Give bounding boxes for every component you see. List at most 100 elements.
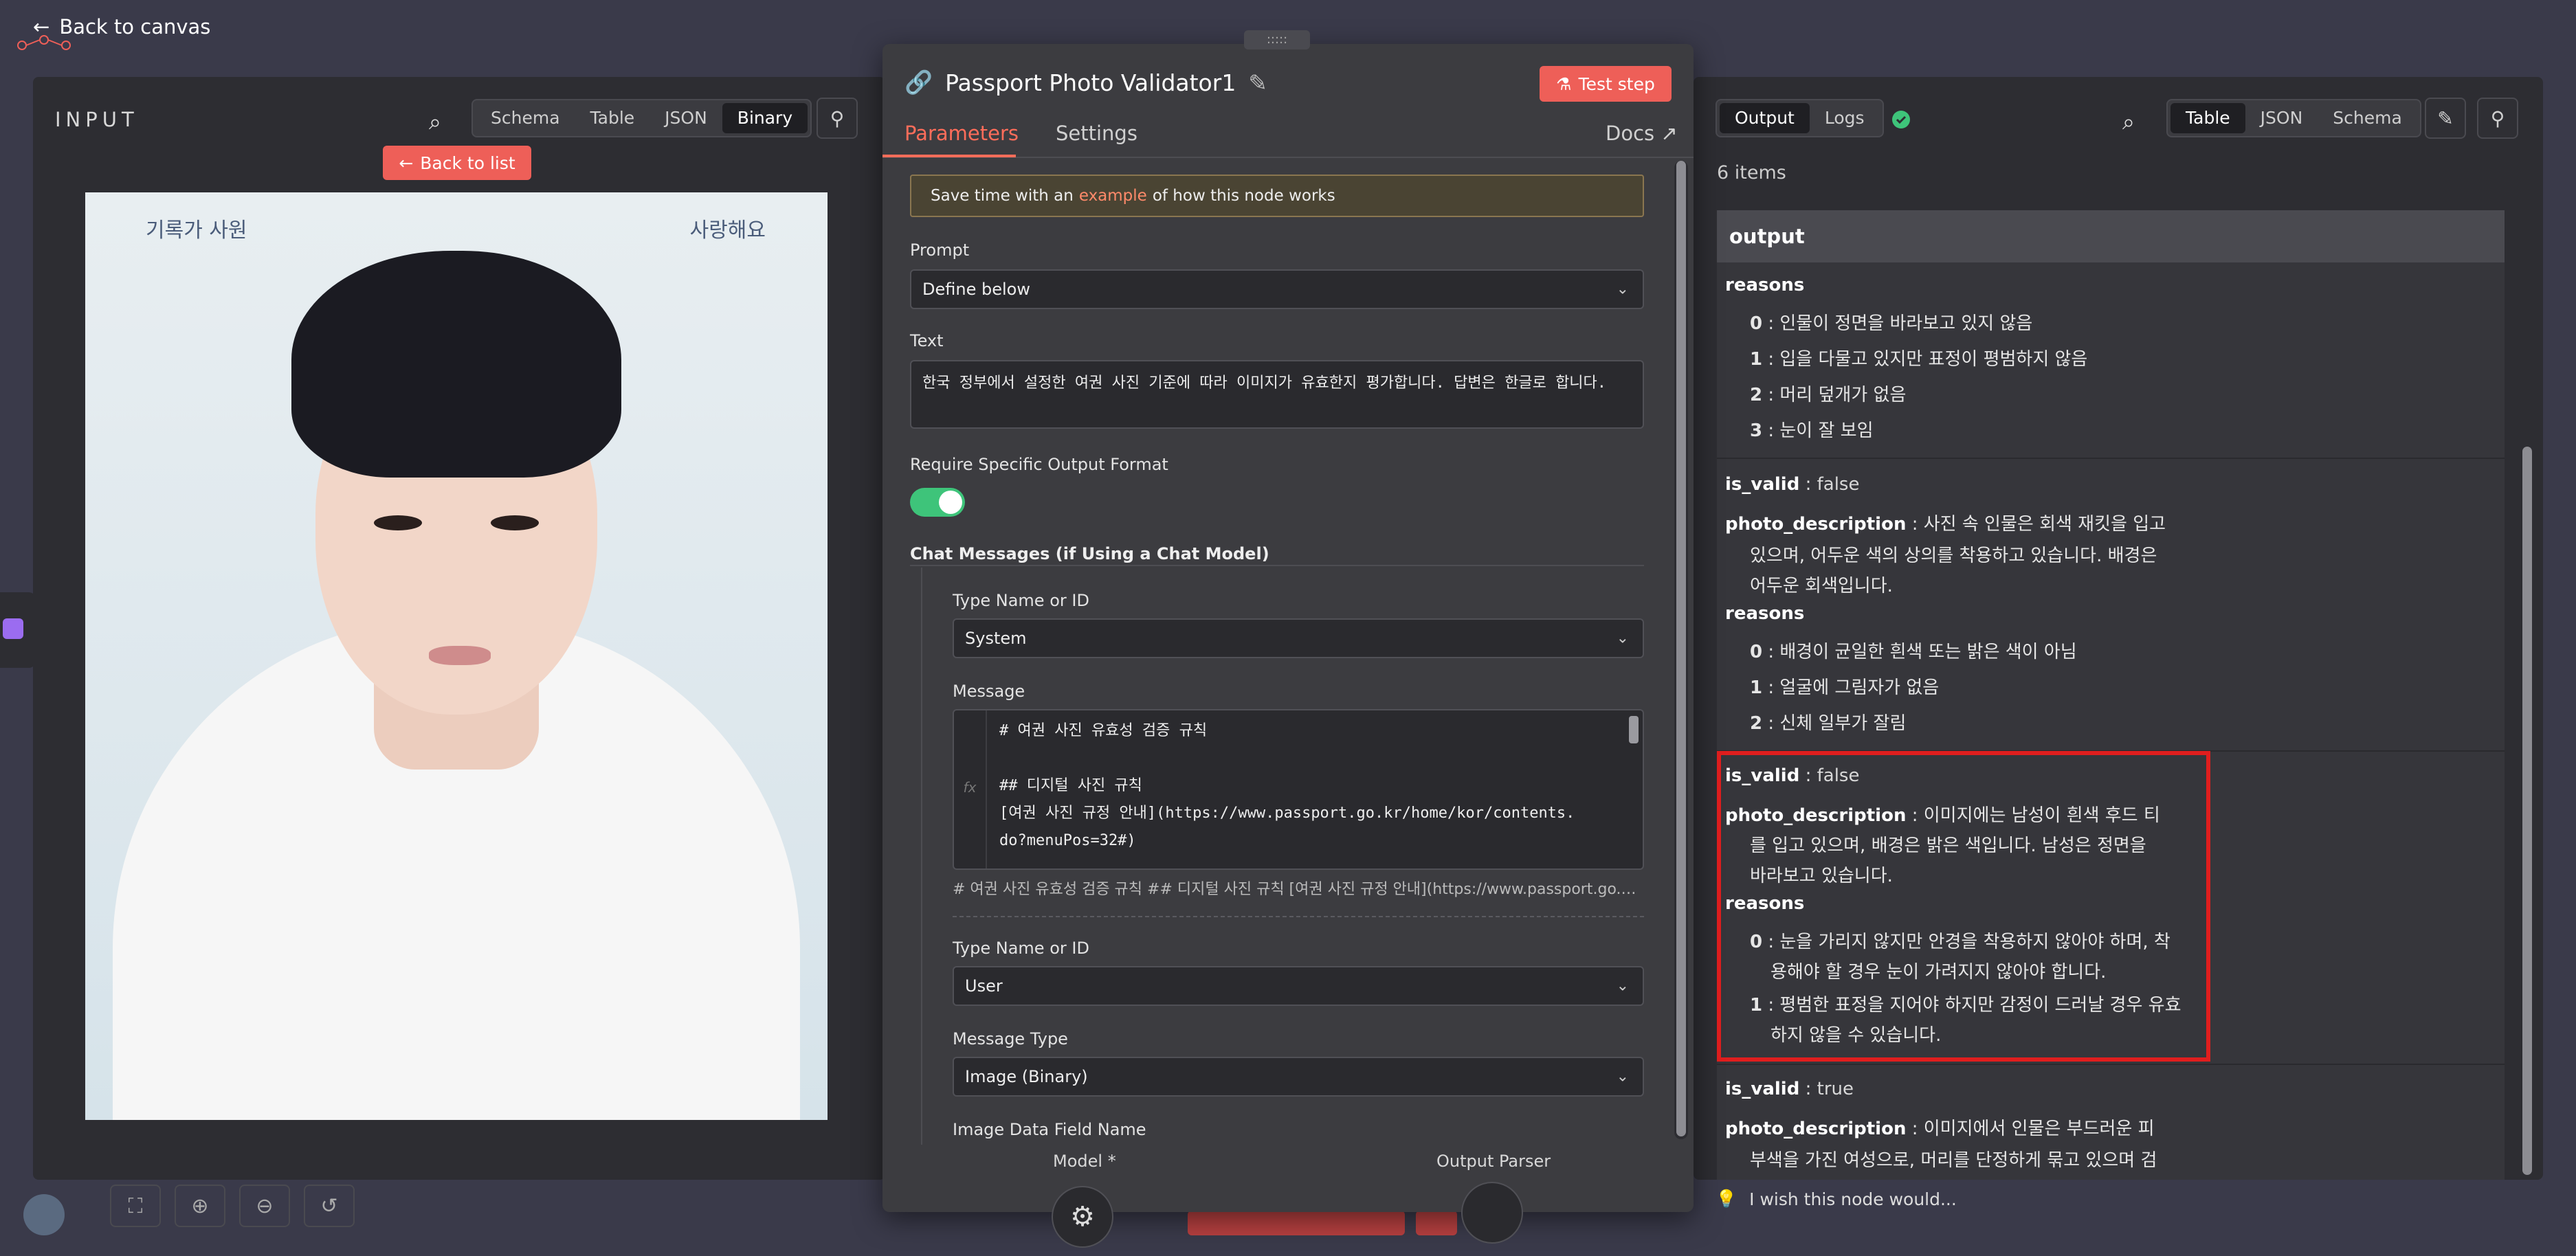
message-type-select[interactable]: User ⌄ bbox=[953, 966, 1644, 1006]
items-count: 6 items bbox=[1717, 162, 1786, 183]
output-view-table[interactable]: Table bbox=[2170, 103, 2245, 133]
feedback-label: I wish this node would... bbox=[1749, 1189, 1957, 1209]
banner-suffix: of how this node works bbox=[1152, 187, 1335, 205]
docs-link[interactable]: Docs ↗ bbox=[1606, 122, 1678, 145]
index-0: 0 bbox=[1750, 642, 1763, 662]
panel-scrollbar[interactable] bbox=[1674, 161, 1688, 1139]
feedback-prompt[interactable]: 💡 I wish this node would... bbox=[1716, 1189, 1957, 1209]
message-editor[interactable]: fx # 여권 사진 유효성 검증 규칙 ## 디지털 사진 규칙 [여권 사진… bbox=[953, 709, 1644, 870]
message-type-label: Message Type bbox=[953, 1029, 1068, 1048]
node-title[interactable]: 🔗 Passport Photo Validator1 ✎ bbox=[904, 69, 1267, 96]
banner-prefix: Save time with an bbox=[931, 187, 1074, 205]
chevron-down-icon: ⌄ bbox=[1616, 977, 1629, 995]
example-link[interactable]: example bbox=[1079, 187, 1147, 205]
type-name-label: Type Name or ID bbox=[953, 939, 1089, 958]
indent-guide bbox=[921, 568, 922, 1145]
message-kind-value: Image (Binary) bbox=[965, 1067, 1088, 1086]
search-icon[interactable]: ⌕ bbox=[429, 109, 441, 135]
reason-text: 배경이 균일한 흰색 또는 밝은 색이 아님 bbox=[1779, 642, 2077, 662]
zoom-out-icon[interactable]: ⊖ bbox=[239, 1185, 290, 1227]
message-type-select[interactable]: System ⌄ bbox=[953, 618, 1644, 658]
type-value: System bbox=[965, 629, 1027, 648]
output-column-header: output bbox=[1717, 210, 2505, 262]
editor-scrollbar[interactable] bbox=[1629, 716, 1639, 743]
flask-icon: ⚗ bbox=[1556, 74, 1572, 94]
zoom-in-icon[interactable]: ⊕ bbox=[175, 1185, 225, 1227]
input-view-schema[interactable]: Schema bbox=[476, 103, 575, 133]
output-scrollbar[interactable] bbox=[2522, 447, 2532, 1175]
require-format-toggle[interactable] bbox=[910, 488, 965, 517]
parser-connector[interactable] bbox=[1461, 1182, 1523, 1244]
input-view-switcher: Schema Table JSON Binary bbox=[471, 99, 812, 137]
description-text: 사진 속 인물은 회색 재킷을 입고 bbox=[1923, 514, 2166, 535]
back-to-list-button[interactable]: ← Back to list bbox=[383, 146, 531, 180]
tab-parameters[interactable]: Parameters bbox=[904, 122, 1019, 145]
prompt-label: Prompt bbox=[910, 240, 970, 260]
fit-view-icon[interactable]: ⛶ bbox=[110, 1185, 161, 1227]
reason-text: 눈이 잘 보임 bbox=[1779, 420, 1874, 441]
dashed-divider bbox=[953, 916, 1644, 917]
message-kind-select[interactable]: Image (Binary) ⌄ bbox=[953, 1057, 1644, 1097]
is-valid-value: true bbox=[1817, 1079, 1854, 1099]
reasons-key: reasons bbox=[1725, 603, 1805, 624]
output-view-json[interactable]: JSON bbox=[2245, 103, 2318, 133]
description-text: 있으며, 어두운 색의 상의를 착용하고 있습니다. 배경은 bbox=[1750, 546, 2157, 566]
tab-settings[interactable]: Settings bbox=[1056, 122, 1137, 145]
table-row: reasons 0 : 인물이 정면을 바라보고 있지 않음 1 : 입을 다물… bbox=[1717, 262, 2505, 459]
description-text: 어두운 회색입니다. bbox=[1750, 576, 1893, 596]
input-view-table[interactable]: Table bbox=[575, 103, 650, 133]
is-valid-key: is_valid bbox=[1725, 474, 1800, 495]
reset-icon[interactable]: ↺ bbox=[304, 1185, 355, 1227]
image-field-label: Image Data Field Name bbox=[953, 1120, 1146, 1139]
chevron-down-icon: ⌄ bbox=[1616, 280, 1629, 298]
expression-fx-icon: fx bbox=[954, 710, 987, 868]
node-icon bbox=[3, 618, 23, 639]
test-step-label: Test step bbox=[1578, 74, 1655, 94]
execute-extra-button[interactable] bbox=[1416, 1211, 1457, 1235]
message-label: Message bbox=[953, 682, 1025, 701]
input-view-json[interactable]: JSON bbox=[649, 103, 722, 133]
type-name-label: Type Name or ID bbox=[953, 591, 1089, 610]
require-format-label: Require Specific Output Format bbox=[910, 455, 1168, 474]
model-connector-icon[interactable]: ⚙ bbox=[1052, 1186, 1113, 1248]
back-to-canvas-label: Back to canvas bbox=[59, 15, 211, 38]
reason-text: 신체 일부가 잘림 bbox=[1779, 713, 1907, 734]
execute-workflow-button[interactable] bbox=[1188, 1211, 1405, 1235]
message-text: # 여권 사진 유효성 검증 규칙 ## 디지털 사진 규칙 [여권 사진 규정… bbox=[999, 722, 1575, 849]
pin-icon[interactable]: ⚲ bbox=[2477, 98, 2518, 139]
avatar[interactable] bbox=[23, 1194, 65, 1235]
index-2: 2 bbox=[1750, 713, 1763, 734]
output-view-schema[interactable]: Schema bbox=[2318, 103, 2417, 133]
workflow-logo-icon bbox=[17, 35, 71, 50]
index-1: 1 bbox=[1750, 349, 1763, 370]
is-valid-value: false bbox=[1817, 474, 1860, 495]
success-check-icon bbox=[1892, 111, 1910, 128]
edit-pencil-icon[interactable]: ✎ bbox=[2425, 98, 2466, 139]
test-step-button[interactable]: ⚗ Test step bbox=[1540, 66, 1672, 102]
highlight-box bbox=[1717, 751, 2210, 1062]
drag-handle[interactable]: ::::: bbox=[1244, 30, 1310, 49]
pin-icon[interactable]: ⚲ bbox=[817, 98, 858, 139]
sidebar-toggle[interactable] bbox=[0, 592, 36, 668]
index-1: 1 bbox=[1750, 677, 1763, 698]
active-tab-indicator bbox=[882, 155, 1016, 157]
pencil-icon[interactable]: ✎ bbox=[1248, 69, 1267, 96]
text-input[interactable]: 한국 정부에서 설정한 여권 사진 기준에 따라 이미지가 유효한지 평가합니다… bbox=[910, 360, 1644, 429]
search-icon[interactable]: ⌕ bbox=[2122, 109, 2135, 135]
lightbulb-icon: 💡 bbox=[1716, 1189, 1737, 1209]
model-label: Model * bbox=[1053, 1152, 1116, 1171]
prompt-value: Define below bbox=[922, 280, 1030, 299]
text-label: Text bbox=[910, 331, 944, 350]
message-preview: # 여권 사진 유효성 검증 규칙 ## 디지털 사진 규칙 [여권 사진 규정… bbox=[953, 881, 1644, 898]
tab-output[interactable]: Output bbox=[1720, 103, 1810, 133]
prompt-select[interactable]: Define below ⌄ bbox=[910, 269, 1644, 309]
reason-text: 얼굴에 그림자가 없음 bbox=[1779, 677, 1940, 698]
arrow-left-icon: ← bbox=[399, 153, 414, 173]
output-view-switcher: Table JSON Schema bbox=[2166, 99, 2421, 137]
tab-logs[interactable]: Logs bbox=[1810, 103, 1880, 133]
photo-description-key: photo_description bbox=[1725, 514, 1907, 535]
link-icon: 🔗 bbox=[904, 69, 933, 96]
output-tab-switcher: Output Logs bbox=[1716, 99, 1884, 137]
input-view-binary[interactable]: Binary bbox=[722, 103, 808, 133]
index-3: 3 bbox=[1750, 420, 1763, 441]
